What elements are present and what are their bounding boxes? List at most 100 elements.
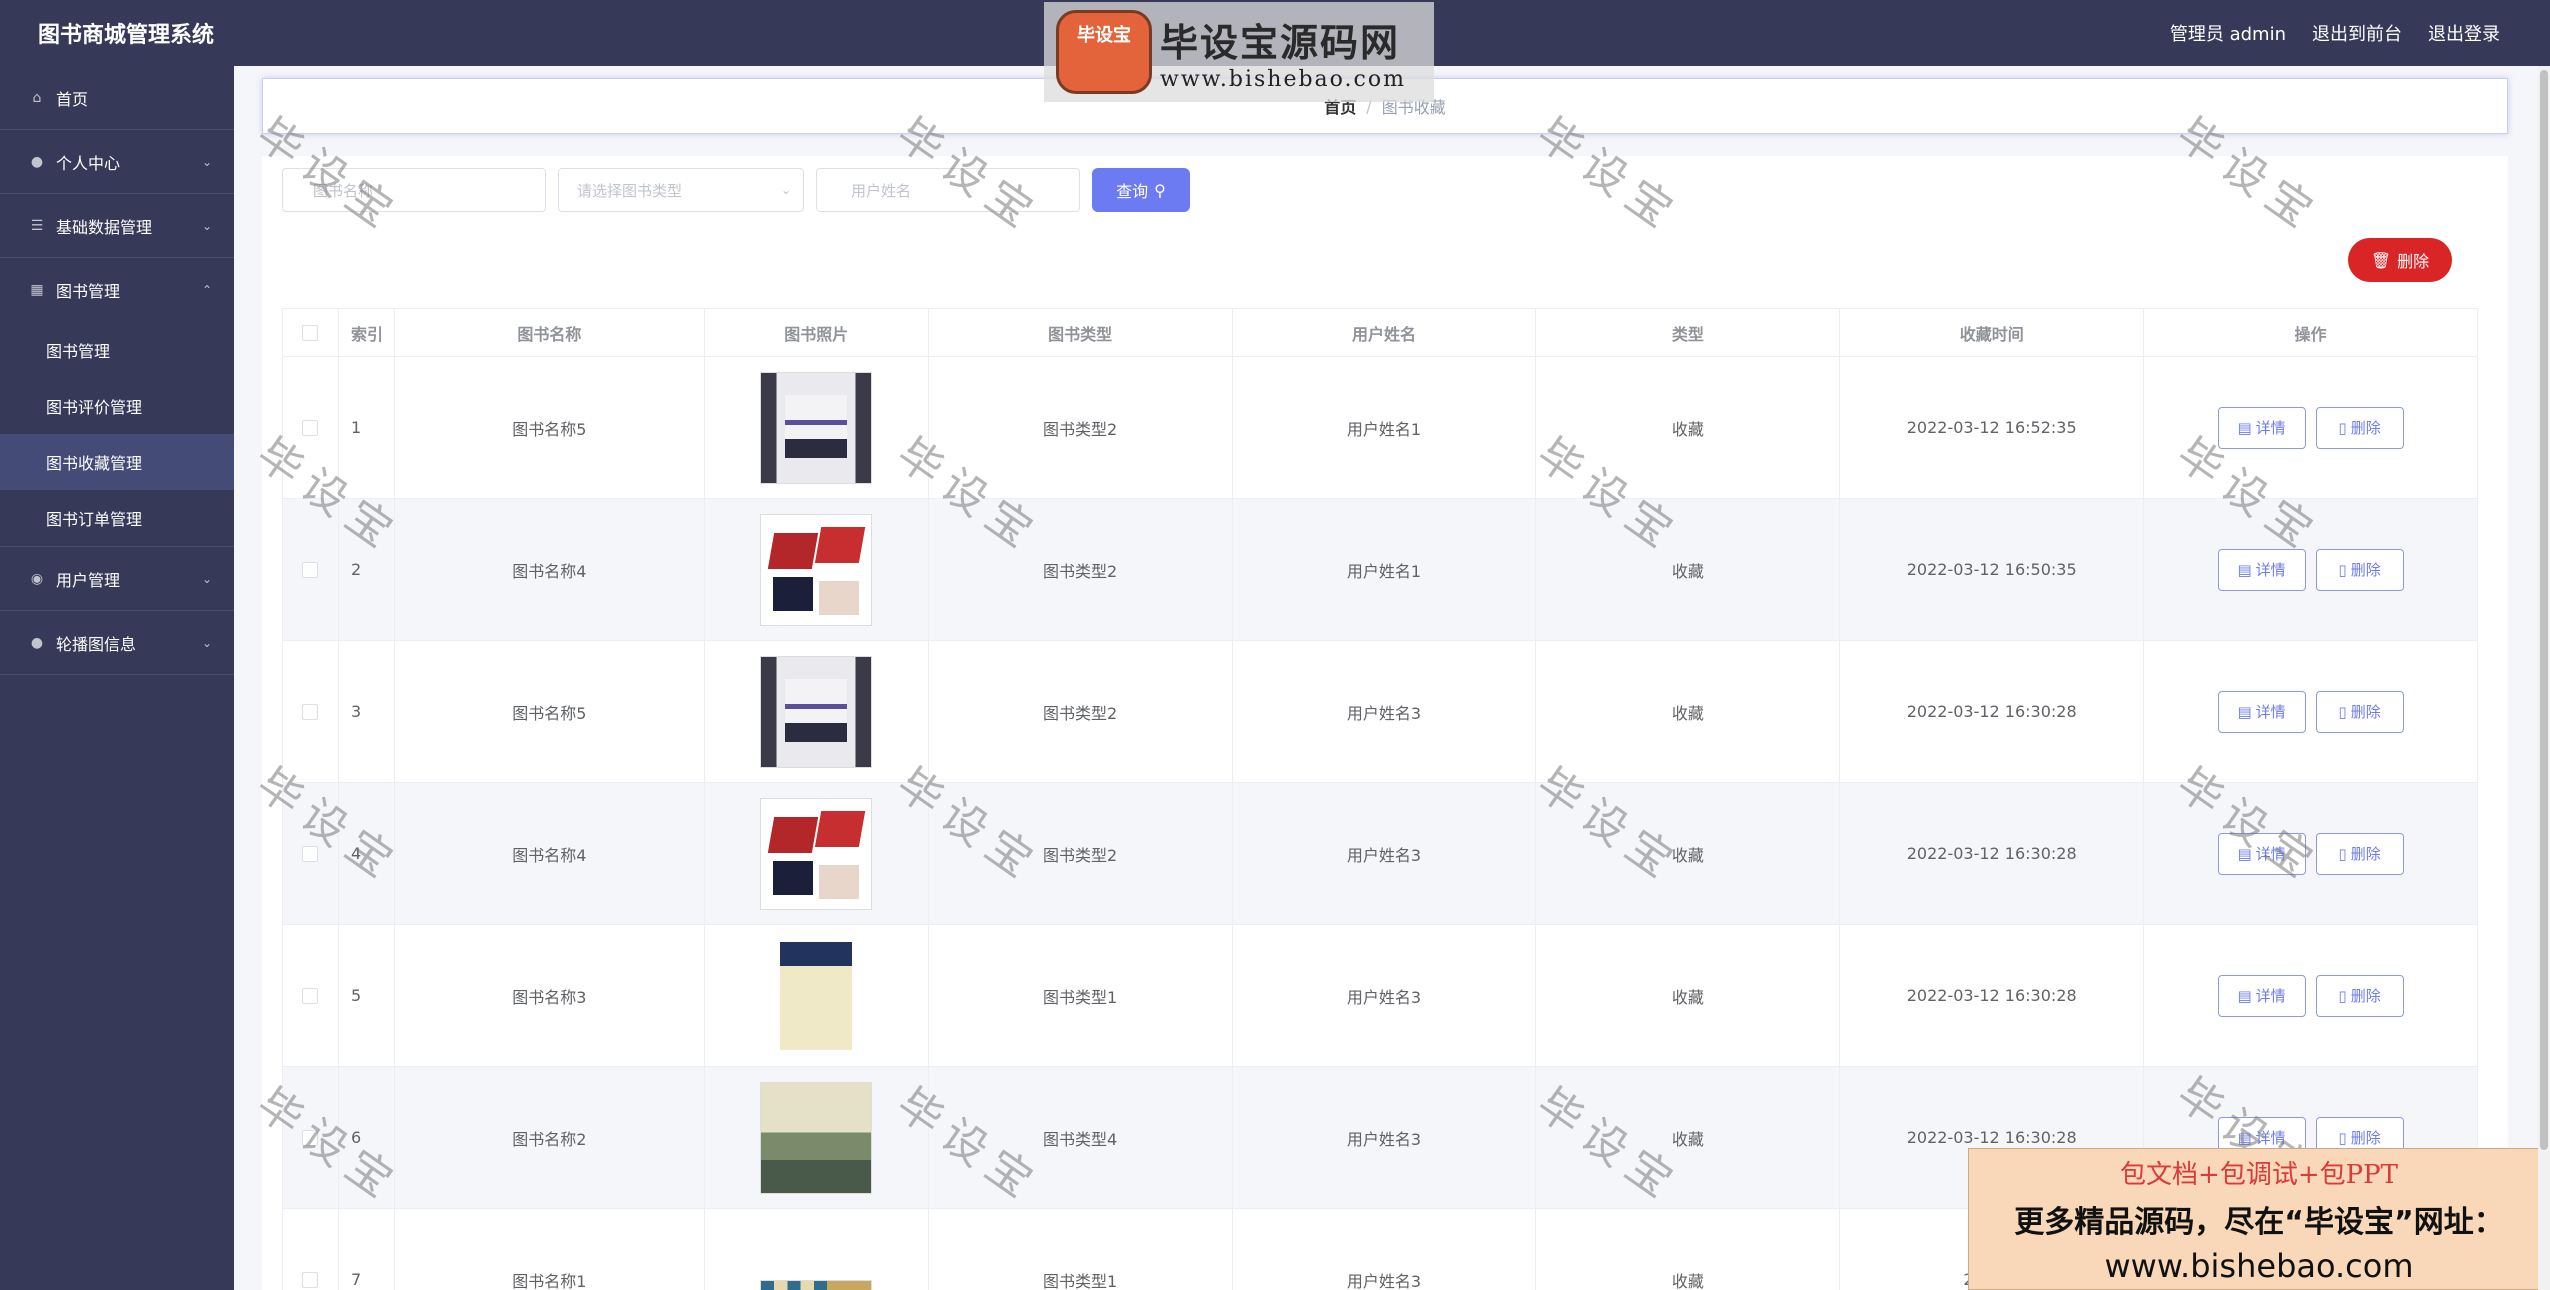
row-select[interactable] — [283, 925, 339, 1067]
row-select[interactable] — [283, 783, 339, 925]
book-cover-image — [760, 655, 873, 768]
row-delete-button[interactable]: ▯删除 — [2315, 406, 2404, 449]
table-header-row: 索引 图书名称 图书照片 图书类型 用户姓名 类型 收藏时间 操作 — [283, 309, 2478, 357]
content-panel: 图书名称 请选择图书类型 ⌄ 用户姓名 查询 ⚲ 🗑 删除 索引 图书名称 图书… — [262, 156, 2508, 1290]
cell-book-type: 图书类型2 — [928, 499, 1233, 641]
chevron-down-icon: ⌄ — [201, 635, 212, 650]
chevron-down-icon: ⌄ — [201, 154, 212, 169]
row-select[interactable] — [283, 499, 339, 641]
delete-label: 删除 — [2350, 845, 2381, 863]
submenu-book-order[interactable]: 图书订单管理 — [0, 490, 234, 546]
promo-banner: 包文档+包调试+包PPT 更多精品源码，尽在“毕设宝”网址： www.bishe… — [1968, 1148, 2550, 1290]
cell-book-photo — [704, 641, 929, 783]
cell-actions: ▤详情▯删除 — [2144, 499, 2478, 641]
sidebar-item-users[interactable]: ◉ 用户管理 ⌄ — [0, 547, 234, 611]
checkbox[interactable] — [302, 561, 319, 578]
cell-user-name: 用户姓名1 — [1232, 499, 1537, 641]
book-cover-image — [760, 797, 873, 910]
book-cover-image — [760, 371, 873, 484]
mic-icon: ◉ — [30, 570, 44, 587]
sidebar-item-label: 用户管理 — [56, 570, 121, 590]
row-select[interactable] — [283, 1067, 339, 1209]
admin-user-label: 管理员 admin — [2169, 24, 2286, 45]
cell-fav-time: 2022-03-12 16:52:35 — [1840, 357, 2145, 499]
document-icon: ▤ — [2237, 560, 2252, 579]
trash-icon: ▯ — [2338, 986, 2347, 1005]
sidebar-item-personal[interactable]: ● 个人中心 ⌄ — [0, 130, 234, 194]
trash-icon: 🗑 — [2370, 250, 2392, 270]
sidebar-item-base-data[interactable]: ☰ 基础数据管理 ⌄ — [0, 194, 234, 258]
sidebar-item-label: 首页 — [56, 89, 89, 109]
back-to-front-link[interactable]: 退出到前台 — [2312, 20, 2402, 46]
detail-button[interactable]: ▤详情 — [2217, 832, 2306, 875]
home-icon: ⌂ — [32, 89, 42, 106]
row-delete-button[interactable]: ▯删除 — [2315, 974, 2404, 1017]
cell-book-name: 图书名称5 — [394, 641, 705, 783]
cell-kind: 收藏 — [1536, 1209, 1841, 1290]
main-area: 首页 / 图书收藏 图书名称 请选择图书类型 ⌄ 用户姓名 查询 ⚲ 🗑 删除 — [234, 66, 2538, 1290]
batch-delete-button[interactable]: 🗑 删除 — [2348, 238, 2452, 282]
row-select[interactable] — [283, 357, 339, 499]
row-select[interactable] — [283, 641, 339, 783]
cell-book-photo — [704, 357, 929, 499]
detail-label: 详情 — [2255, 703, 2286, 721]
checkbox[interactable] — [302, 419, 319, 436]
document-icon: ▤ — [2237, 1128, 2252, 1147]
detail-button[interactable]: ▤详情 — [2217, 974, 2306, 1017]
row-select[interactable] — [283, 1209, 339, 1290]
book-type-select[interactable]: 请选择图书类型 ⌄ — [558, 168, 804, 212]
cell-kind: 收藏 — [1536, 499, 1841, 641]
header-select-all[interactable] — [283, 309, 339, 357]
checkbox[interactable] — [302, 324, 319, 341]
header-fav-time: 收藏时间 — [1840, 309, 2145, 357]
sidebar-item-carousel[interactable]: ● 轮播图信息 ⌄ — [0, 611, 234, 675]
cell-book-photo — [704, 925, 929, 1067]
logout-link[interactable]: 退出登录 — [2428, 20, 2500, 46]
cell-user-name: 用户姓名3 — [1232, 641, 1537, 783]
search-icon: ⚲ — [1154, 180, 1166, 200]
promo-line: www.bishebao.com — [2104, 1246, 2414, 1285]
cell-book-name: 图书名称4 — [394, 499, 705, 641]
header-user-name: 用户姓名 — [1232, 309, 1537, 357]
sidebar-item-label: 个人中心 — [56, 153, 121, 173]
promo-line: 更多精品源码，尽在“毕设宝”网址： — [2014, 1204, 2504, 1240]
checkbox[interactable] — [302, 845, 319, 862]
query-label: 查询 — [1116, 182, 1149, 201]
cell-kind: 收藏 — [1536, 925, 1841, 1067]
detail-button[interactable]: ▤详情 — [2217, 690, 2306, 733]
cell-book-type: 图书类型2 — [928, 641, 1233, 783]
submenu-book-manage[interactable]: 图书管理 — [0, 322, 234, 378]
book-name-input[interactable]: 图书名称 — [282, 168, 546, 212]
query-button[interactable]: 查询 ⚲ — [1092, 168, 1190, 212]
user-name-input[interactable]: 用户姓名 — [816, 168, 1080, 212]
row-delete-button[interactable]: ▯删除 — [2315, 690, 2404, 733]
cell-fav-time: 2022-03-12 16:30:28 — [1840, 925, 2145, 1067]
submenu-book-review[interactable]: 图书评价管理 — [0, 378, 234, 434]
input-placeholder: 用户姓名 — [851, 181, 912, 200]
checkbox[interactable] — [302, 987, 319, 1004]
submenu-book-favorite[interactable]: 图书收藏管理 — [0, 434, 234, 490]
cell-index: 5 — [338, 925, 395, 1067]
document-icon: ▤ — [2237, 702, 2252, 721]
grid-icon: ▦ — [30, 282, 44, 298]
checkbox[interactable] — [302, 1129, 319, 1146]
sidebar-item-books[interactable]: ▦ 图书管理 ⌃ — [0, 258, 234, 322]
page-scrollbar[interactable] — [2538, 66, 2550, 1290]
sidebar-item-label: 图书管理 — [56, 282, 121, 301]
detail-button[interactable]: ▤详情 — [2217, 548, 2306, 591]
trash-icon: ▯ — [2338, 1128, 2347, 1147]
checkbox[interactable] — [302, 1271, 319, 1288]
document-icon: ▤ — [2237, 844, 2252, 863]
cell-user-name: 用户姓名3 — [1232, 925, 1537, 1067]
detail-label: 详情 — [2255, 987, 2286, 1005]
row-delete-button[interactable]: ▯删除 — [2315, 548, 2404, 591]
detail-button[interactable]: ▤详情 — [2217, 406, 2306, 449]
header-book-type: 图书类型 — [928, 309, 1233, 357]
detail-label: 详情 — [2255, 1129, 2286, 1147]
checkbox[interactable] — [302, 703, 319, 720]
row-delete-button[interactable]: ▯删除 — [2315, 832, 2404, 875]
sidebar-item-home[interactable]: ⌂ 首页 — [0, 66, 234, 130]
cell-kind: 收藏 — [1536, 357, 1841, 499]
logo-badge: 毕设宝 — [1056, 10, 1152, 94]
scrollbar-thumb[interactable] — [2540, 70, 2548, 1150]
